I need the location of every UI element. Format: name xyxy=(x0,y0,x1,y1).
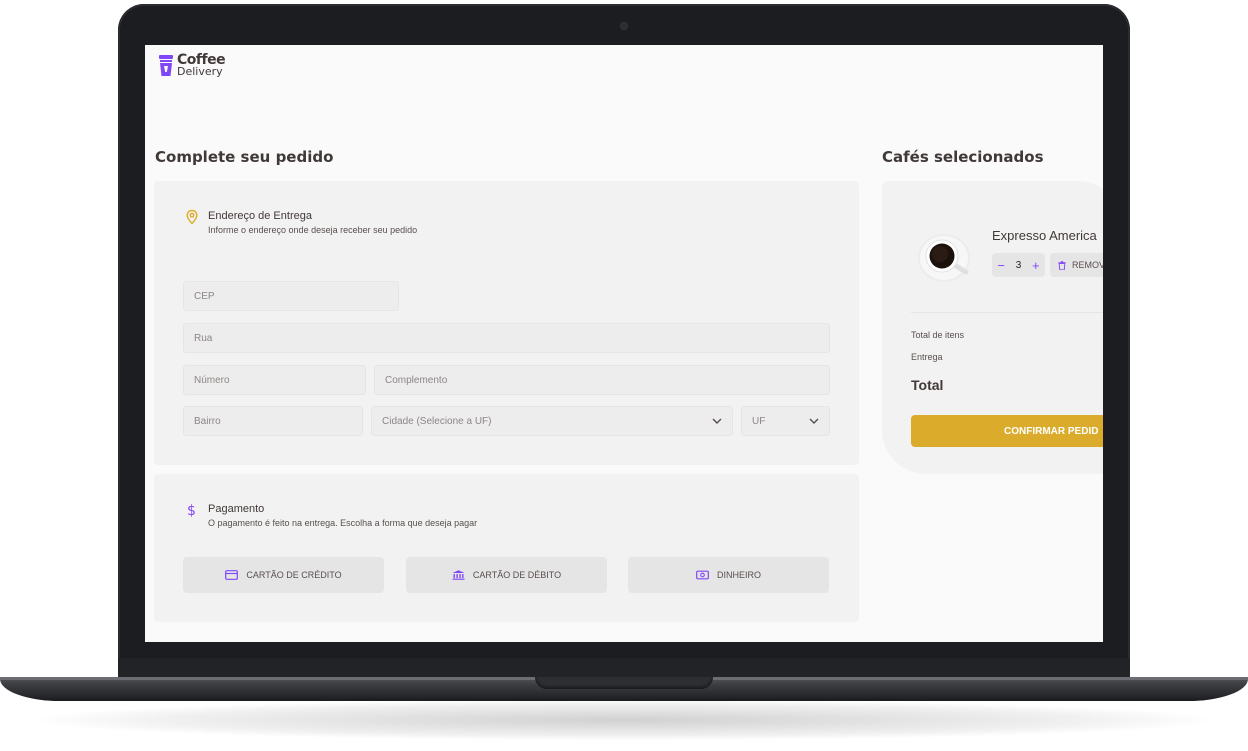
laptop-shadow xyxy=(40,700,1208,740)
coffee-cup-image xyxy=(918,234,970,282)
trash-icon xyxy=(1058,260,1066,270)
rua-placeholder: Rua xyxy=(194,332,213,344)
payment-debit-button[interactable]: CARTÃO DE DÉBITO xyxy=(406,557,607,593)
uf-selected-value: UF xyxy=(752,415,766,427)
cart-item-name: Expresso America xyxy=(992,228,1097,243)
checkout-title: Complete seu pedido xyxy=(155,148,334,166)
money-icon xyxy=(696,570,709,580)
credit-card-icon xyxy=(225,570,239,580)
total-items-label: Total de itens xyxy=(911,330,965,340)
chevron-down-icon xyxy=(809,418,819,424)
address-title: Endereço de Entrega xyxy=(208,210,312,222)
brand-logo[interactable]: Coffee Delivery xyxy=(159,53,226,78)
cep-input[interactable]: CEP xyxy=(183,281,399,311)
rua-input[interactable]: Rua xyxy=(183,323,830,353)
cep-placeholder: CEP xyxy=(194,290,215,302)
payment-debit-label: CARTÃO DE DÉBITO xyxy=(472,570,562,580)
payment-cash-button[interactable]: DINHEIRO xyxy=(628,557,829,593)
cart-title: Cafés selecionados xyxy=(882,148,1044,166)
app-screen: Coffee Delivery Complete seu pedido Ende… xyxy=(145,45,1103,642)
address-header: Endereço de Entrega Informe o endereço o… xyxy=(184,209,417,235)
uf-select[interactable]: UF xyxy=(741,406,830,436)
confirm-order-label: CONFIRMAR PEDID xyxy=(1004,425,1099,437)
map-pin-icon xyxy=(186,209,198,225)
logo-text-delivery: Delivery xyxy=(177,65,223,78)
payment-credit-button[interactable]: CARTÃO DE CRÉDITO xyxy=(183,557,384,593)
bairro-placeholder: Bairro xyxy=(194,415,221,427)
remove-label: REMOV xyxy=(1072,260,1103,270)
cart-divider xyxy=(911,312,1103,313)
laptop-notch xyxy=(535,677,713,689)
remove-item-button[interactable]: REMOV xyxy=(1050,253,1103,277)
camera-icon xyxy=(621,23,627,29)
minus-icon[interactable]: − xyxy=(997,258,1005,273)
numero-placeholder: Número xyxy=(194,374,230,386)
payment-title: Pagamento xyxy=(208,503,265,515)
quantity-stepper[interactable]: − 3 + xyxy=(992,253,1045,277)
confirm-order-button[interactable]: CONFIRMAR PEDID xyxy=(911,415,1103,447)
plus-icon[interactable]: + xyxy=(1032,258,1040,273)
delivery-label: Entrega xyxy=(911,352,943,362)
complemento-placeholder: Complemento xyxy=(385,374,448,386)
total-label: Total xyxy=(911,377,944,393)
address-card: Endereço de Entrega Informe o endereço o… xyxy=(154,181,859,465)
quantity-value: 3 xyxy=(1015,259,1022,271)
bairro-input[interactable]: Bairro xyxy=(183,406,363,436)
svg-text:$: $ xyxy=(187,503,196,518)
coffee-cup-logo-icon xyxy=(159,55,173,76)
numero-input[interactable]: Número xyxy=(183,365,366,395)
address-subtitle: Informe o endereço onde deseja receber s… xyxy=(208,225,418,235)
payment-subtitle: O pagamento é feito na entrega. Escolha … xyxy=(208,518,478,528)
payment-card: $ Pagamento O pagamento é feito na entre… xyxy=(154,474,859,622)
complemento-input[interactable]: Complemento xyxy=(374,365,830,395)
chevron-down-icon xyxy=(712,418,722,424)
bank-icon xyxy=(452,570,465,580)
cidade-select[interactable]: Cidade (Selecione a UF) xyxy=(371,406,733,436)
payment-header: $ Pagamento O pagamento é feito na entre… xyxy=(184,502,477,528)
cidade-selected-value: Cidade (Selecione a UF) xyxy=(382,415,492,427)
payment-credit-label: CARTÃO DE CRÉDITO xyxy=(246,570,342,580)
dollar-icon: $ xyxy=(187,503,196,518)
payment-cash-label: DINHEIRO xyxy=(716,570,761,580)
